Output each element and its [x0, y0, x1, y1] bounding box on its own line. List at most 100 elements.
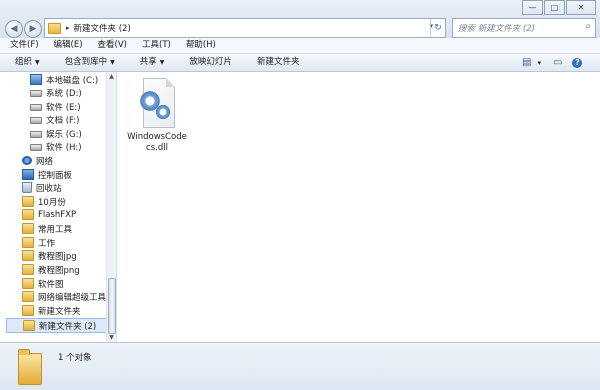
sidebar-item-folder-new[interactable]: 新建文件夹: [22, 304, 116, 317]
sidebar-item-drive-g[interactable]: 娱乐 (G:): [30, 127, 116, 140]
folder-icon: [18, 349, 42, 385]
folder-icon: [22, 291, 34, 302]
slideshow-button[interactable]: 放映幻灯片: [174, 54, 242, 71]
preview-pane-icon[interactable]: ▭: [553, 57, 562, 68]
drive-icon: [30, 144, 42, 151]
sidebar-item-control-panel[interactable]: 控制面板: [22, 168, 116, 181]
sidebar-item-label: 系统 (D:): [46, 88, 82, 99]
menu-file[interactable]: 文件(F): [0, 38, 44, 53]
menu-edit[interactable]: 编辑(E): [44, 38, 88, 53]
sidebar-item-label: 软件 (H:): [46, 142, 82, 153]
folder-icon: [22, 250, 34, 261]
file-name: WindowsCodecs.dll: [127, 132, 187, 153]
menu-tools[interactable]: 工具(T): [132, 38, 176, 53]
folder-icon: [22, 237, 34, 248]
include-in-library-label: 包含到库中: [64, 57, 108, 67]
sidebar-item-folder-png[interactable]: 教程图png: [22, 263, 116, 276]
item-count: 1 个对象: [58, 353, 92, 363]
sidebar-item-label: 软件图: [38, 279, 64, 290]
command-bar: 组织 ▼ 包含到库中 ▼ 共享 ▼ 放映幻灯片 新建文件夹 ▤ ▾ ▭ ?: [0, 54, 600, 72]
sidebar-item-label: 常用工具: [38, 224, 73, 235]
control-panel-icon: [22, 169, 34, 180]
dll-file-icon: [137, 78, 177, 128]
sidebar-item-folder-october[interactable]: 10月份: [22, 195, 116, 208]
sidebar-item-folder-jpg[interactable]: 教程图jpg: [22, 249, 116, 262]
folder-icon: [22, 305, 34, 316]
breadcrumb-current-folder[interactable]: 新建文件夹 (2): [74, 22, 131, 34]
close-button[interactable]: ✕: [566, 0, 596, 15]
window-controls: — □ ✕: [521, 0, 596, 15]
sidebar-item-folder-new-2[interactable]: 新建文件夹 (2): [6, 318, 116, 333]
sidebar-item-label: 新建文件夹: [38, 306, 81, 317]
sidebar-item-label: 教程图png: [38, 265, 80, 276]
folder-icon: [48, 22, 61, 34]
sidebar-item-drive-f[interactable]: 文档 (F:): [30, 113, 116, 126]
sidebar-item-drive-c[interactable]: 本地磁盘 (C:): [30, 73, 116, 86]
folder-icon: [23, 320, 35, 331]
sidebar-item-label: 本地磁盘 (C:): [46, 75, 99, 86]
sidebar-item-label: 软件 (E:): [46, 102, 81, 113]
organize-button[interactable]: 组织 ▼: [0, 54, 50, 71]
drive-icon: [30, 104, 42, 111]
sidebar-item-label: 10月份: [38, 197, 66, 208]
folder-icon: [22, 278, 34, 289]
sidebar-item-network[interactable]: 网络: [22, 154, 116, 167]
back-button[interactable]: ◀: [5, 20, 23, 38]
forward-button[interactable]: ▶: [24, 20, 42, 38]
sidebar-item-folder-work[interactable]: 工作: [22, 236, 116, 249]
network-icon: [22, 156, 32, 165]
menu-help[interactable]: 帮助(H): [176, 38, 221, 53]
sidebar-item-label: 娱乐 (G:): [46, 129, 82, 140]
folder-icon: [22, 196, 34, 207]
sidebar-item-label: 控制面板: [38, 170, 73, 181]
scroll-down-icon[interactable]: ▼: [107, 333, 116, 342]
maximize-button[interactable]: □: [544, 0, 565, 15]
drive-icon: [30, 90, 42, 97]
sidebar-item-label: 回收站: [36, 183, 62, 194]
menu-view[interactable]: 查看(V): [88, 38, 132, 53]
folder-icon: [22, 223, 34, 234]
chevron-down-icon: ▼: [35, 59, 40, 66]
refresh-button[interactable]: ↻: [430, 19, 445, 37]
sidebar-item-recycle-bin[interactable]: 回收站: [22, 181, 116, 194]
details-pane: 1 个对象: [0, 342, 600, 390]
view-icon[interactable]: ▤: [522, 57, 531, 68]
folder-icon: [22, 264, 34, 275]
view-dropdown-icon[interactable]: ▾: [537, 59, 541, 67]
organize-label: 组织: [15, 57, 33, 67]
file-item[interactable]: WindowsCodecs.dll: [127, 78, 187, 154]
sidebar-item-label: 工作: [38, 238, 56, 249]
file-list: WindowsCodecs.dll: [117, 72, 600, 342]
new-folder-button[interactable]: 新建文件夹: [242, 54, 310, 71]
title-bar: — □ ✕ ◀ ▶ ▸ 新建文件夹 (2) ▾ ↻ 搜索 新建文件夹 (2) ⌕: [0, 0, 600, 38]
sidebar-item-label: 文档 (F:): [46, 115, 80, 126]
share-button[interactable]: 共享 ▼: [125, 54, 175, 71]
explorer-window: — □ ✕ ◀ ▶ ▸ 新建文件夹 (2) ▾ ↻ 搜索 新建文件夹 (2) ⌕…: [0, 0, 600, 390]
include-in-library-button[interactable]: 包含到库中 ▼: [50, 54, 125, 71]
sidebar-item-drive-e[interactable]: 软件 (E:): [30, 100, 116, 113]
menu-bar: 文件(F) 编辑(E) 查看(V) 工具(T) 帮助(H): [0, 38, 600, 54]
search-input[interactable]: 搜索 新建文件夹 (2): [458, 22, 535, 34]
sidebar-item-folder-flashfxp[interactable]: FlashFXP: [22, 208, 116, 221]
sidebar-item-folder-tools[interactable]: 常用工具: [22, 222, 116, 235]
sidebar-item-folder-toolbox[interactable]: 网络编辑超级工具箱: [22, 290, 116, 303]
address-bar[interactable]: ▸ 新建文件夹 (2) ▾ ↻: [44, 18, 446, 38]
sidebar-item-drive-d[interactable]: 系统 (D:): [30, 86, 116, 99]
drive-icon: [30, 117, 42, 124]
help-icon[interactable]: ?: [572, 57, 583, 68]
breadcrumb-separator[interactable]: ▸: [66, 24, 70, 32]
sidebar-item-label: FlashFXP: [38, 209, 77, 220]
system-drive-icon: [30, 74, 42, 85]
minimize-button[interactable]: —: [522, 0, 543, 15]
navigation-scrollbar[interactable]: ▲ ▼: [106, 72, 116, 342]
scrollbar-thumb[interactable]: [108, 278, 116, 334]
sidebar-item-label: 网络编辑超级工具箱: [38, 292, 115, 303]
search-box[interactable]: 搜索 新建文件夹 (2) ⌕: [452, 18, 596, 38]
drive-icon: [30, 131, 42, 138]
search-icon[interactable]: ⌕: [585, 21, 591, 32]
sidebar-item-label: 新建文件夹 (2): [39, 321, 97, 332]
scroll-up-icon[interactable]: ▲: [107, 72, 116, 81]
folder-icon: [22, 209, 34, 220]
sidebar-item-drive-h[interactable]: 软件 (H:): [30, 140, 116, 153]
sidebar-item-folder-software-images[interactable]: 软件图: [22, 277, 116, 290]
